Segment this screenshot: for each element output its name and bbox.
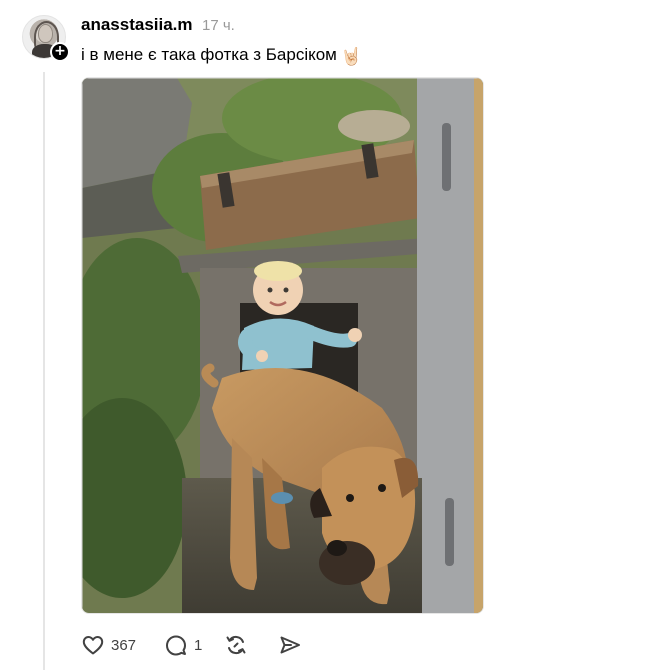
username[interactable]: anasstasiia.m (81, 15, 193, 35)
reply-count: 1 (194, 636, 203, 654)
send-icon (280, 636, 301, 654)
rock-hand-emoji: 🤘🏻 (340, 47, 363, 66)
post-actions: 367 1 (81, 632, 302, 658)
post-text-body: і в мене є така фотка з Барсіком (81, 45, 337, 64)
post-time[interactable]: 17 ч. (202, 16, 235, 36)
follow-plus-button[interactable]: + (50, 42, 70, 62)
post-text: і в мене є така фотка з Барсіком 🤘🏻 (81, 44, 362, 68)
share-button[interactable] (278, 632, 302, 658)
avatar-face (38, 24, 53, 43)
like-button[interactable]: 367 (81, 632, 136, 658)
heart-icon (82, 636, 104, 655)
repost-button[interactable] (224, 632, 248, 658)
comment-icon (166, 635, 187, 656)
like-count: 367 (111, 636, 137, 654)
thread-post: + anasstasiia.m 17 ч. і в мене є така фо… (0, 0, 645, 670)
repost-icon (226, 635, 246, 655)
photo-child-with-dog (82, 78, 483, 613)
post-photo[interactable] (81, 77, 484, 614)
thread-line (43, 72, 45, 670)
reply-button[interactable]: 1 (164, 632, 202, 658)
